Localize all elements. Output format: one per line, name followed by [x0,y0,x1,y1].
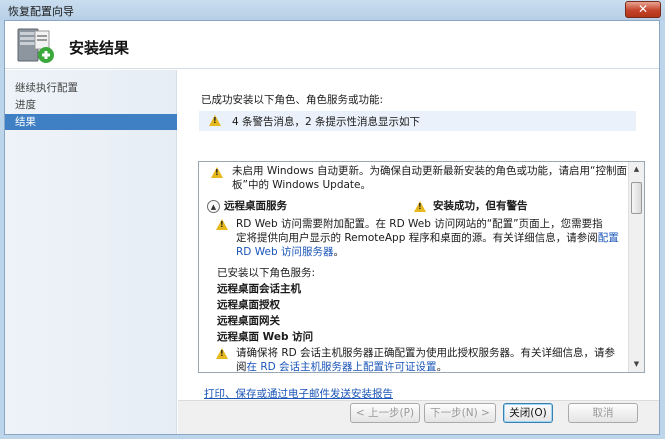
close-icon: ✕ [637,2,649,16]
report-link[interactable]: 打印、保存或通过电子邮件发送安装报告 [204,386,393,401]
close-dialog-button[interactable]: 关闭(O) [503,403,553,423]
warning-icon [216,348,228,359]
list-item: 远程桌面网关 [217,315,280,327]
window-title: 恢复配置向导 [8,5,74,18]
scroll-up-icon[interactable]: ▲ [629,162,644,177]
role-status: 安装成功，但有警告 [433,200,528,212]
summary-text: 4 条警告消息，2 条提示性消息显示如下 [232,116,421,128]
close-button[interactable]: ✕ [625,1,661,18]
summary-bar: 4 条警告消息，2 条提示性消息显示如下 [199,111,636,131]
wizard-footer: < 上一步(P) 下一步(N) > 关闭(O) 取消 [178,400,659,434]
rdweb-line3: RD Web 访问服务器。 [236,246,344,258]
list-item: 远程桌面授权 [217,299,280,311]
license-line1: 请确保将 RD 会话主机服务器正确配置为使用此授权服务器。有关详细信息，请参 [236,347,616,359]
installed-header: 已安装以下角色服务: [217,267,316,279]
update-warning-line2: 板”中的 Windows Update。 [232,179,372,191]
next-button[interactable]: 下一步(N) > [424,403,496,423]
warning-icon [414,201,426,212]
page-title: 安装结果 [69,39,130,57]
license-line2: 阅在 RD 会话主机服务器上配置许可证设置。 [236,361,448,373]
rdweb-line2: 定将提供向用户显示的 RemoteApp 程序和桌面的源。有关详细信息，请参阅配… [236,232,619,244]
sidebar-item-continue[interactable]: 继续执行配置 [5,80,177,96]
role-title: 远程桌面服务 [224,200,287,212]
rdweb-server-link[interactable]: RD Web 访问服务器 [236,246,333,258]
cancel-button[interactable]: 取消 [568,403,638,423]
prev-button[interactable]: < 上一步(P) [350,403,420,423]
server-install-icon [13,25,57,65]
wizard-header: 安装结果 [5,21,659,69]
list-item: 远程桌面 Web 访问 [217,331,314,343]
details-panel[interactable]: 未启用 Windows 自动更新。为确保自动更新最新安装的角色或功能，请启用“控… [198,161,645,373]
details-scrollbar[interactable]: ▲ ▼ [628,162,644,372]
update-warning-line1: 未启用 Windows 自动更新。为确保自动更新最新安装的角色或功能，请启用“控… [232,165,627,177]
collapse-icon[interactable]: ▲ [207,200,220,213]
sidebar: 继续执行配置 进度 结果 [5,70,177,434]
rdweb-line1: RD Web 访问需要附加配置。在 RD Web 访问网站的“配置”页面上，您需… [236,218,603,230]
warning-icon [211,167,223,178]
scroll-thumb[interactable] [631,182,642,214]
scroll-down-icon[interactable]: ▼ [629,357,644,372]
intro-text: 已成功安装以下角色、角色服务或功能: [201,94,384,106]
title-bar: 恢复配置向导 ✕ [0,0,665,20]
warning-icon [209,115,221,126]
list-item: 远程桌面会话主机 [217,283,301,295]
rdweb-config-link[interactable]: 配置 [598,232,619,244]
main-content: 已成功安装以下角色、角色服务或功能: 4 条警告消息，2 条提示性消息显示如下 … [178,70,659,400]
wizard-window: 安装结果 继续执行配置 进度 结果 已成功安装以下角色、角色服务或功能: 4 条… [4,20,660,435]
warning-icon [216,219,228,230]
sidebar-item-progress[interactable]: 进度 [5,97,177,113]
sidebar-item-results[interactable]: 结果 [5,114,177,130]
license-config-link[interactable]: 在 RD 会话主机服务器上配置许可证设置 [247,361,437,372]
